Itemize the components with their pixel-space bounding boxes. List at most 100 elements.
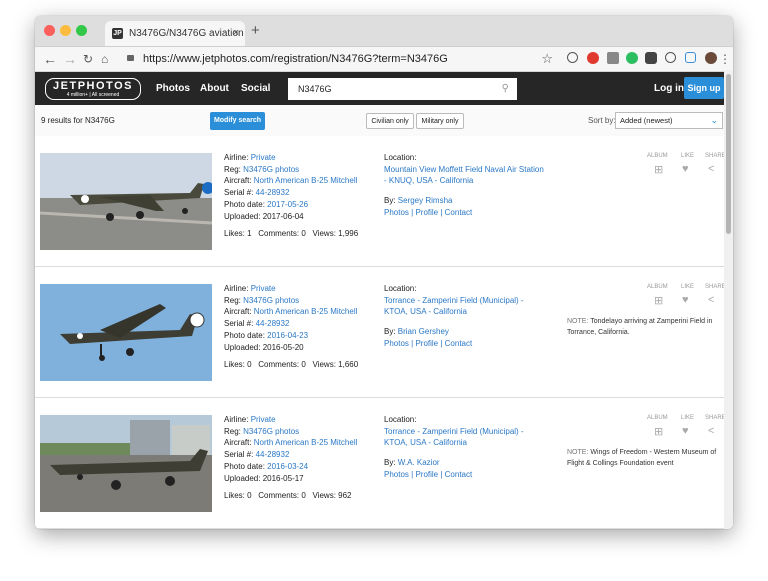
share-icon[interactable]: < (708, 425, 714, 437)
airline-label: Airline: (224, 284, 251, 293)
profile-avatar-icon[interactable] (705, 52, 717, 64)
share-icon[interactable]: < (708, 294, 714, 306)
aircraft-label: Aircraft: (224, 438, 254, 448)
history-extension-icon[interactable] (665, 52, 676, 63)
modify-search-button[interactable]: Modify search (210, 112, 265, 130)
photographer-photos-link[interactable]: Photos (384, 470, 409, 479)
browser-window: JP N3476G/N3476G aviation phot × + ← → ↻… (35, 16, 733, 529)
url-text: https://www.jetphotos.com/registration/N… (143, 53, 448, 65)
photo-date-link[interactable]: 2016-03-24 (267, 462, 308, 471)
scrollbar-thumb[interactable] (726, 74, 731, 234)
page-scrollbar[interactable] (724, 70, 733, 529)
civilian-only-button[interactable]: Civilian only (366, 113, 414, 129)
serial-link[interactable]: 44-28932 (256, 188, 290, 197)
note-text: Wings of Freedom - Western Museum of Fli… (567, 449, 717, 467)
bookmark-star-icon[interactable]: ☆ (541, 49, 553, 69)
sort-value: Added (newest) (620, 116, 673, 125)
minimize-window-button[interactable] (60, 25, 71, 36)
like-label: LIKE (681, 153, 695, 159)
menu-kebab-icon[interactable]: ⋮ (719, 49, 731, 69)
photographer-photos-link[interactable]: Photos (384, 339, 409, 348)
browser-tab[interactable]: JP N3476G/N3476G aviation phot × (105, 21, 245, 46)
location-link[interactable]: Torrance - Zamperini Field (Municipal) -… (384, 295, 544, 318)
photographer-link[interactable]: Sergey Rimsha (398, 196, 453, 205)
aircraft-photo[interactable] (40, 153, 212, 250)
views-count: Views: 1,660 (312, 360, 359, 369)
search-icon[interactable]: ⚲ (502, 78, 509, 100)
location-link[interactable]: Mountain View Moffett Field Naval Air St… (384, 164, 544, 187)
nav-about[interactable]: About (200, 72, 229, 105)
by-label: By: (384, 196, 398, 206)
add-to-album-icon[interactable]: ⊞ (654, 163, 663, 176)
login-link[interactable]: Log in (654, 72, 684, 105)
airline-link[interactable]: Private (251, 284, 276, 293)
photographer-photos-link[interactable]: Photos (384, 208, 409, 217)
nav-social[interactable]: Social (241, 72, 270, 105)
like-heart-icon[interactable]: ♥ (682, 163, 689, 175)
like-heart-icon[interactable]: ♥ (682, 294, 689, 306)
aircraft-link[interactable]: North American B-25 Mitchell (254, 176, 358, 185)
photographer-contact-link[interactable]: Contact (445, 208, 473, 217)
uploaded-value: 2016-05-20 (262, 342, 304, 352)
photographer-profile-link[interactable]: Profile (415, 339, 438, 348)
share-label: SHARE (705, 415, 726, 421)
camera-extension-icon[interactable] (607, 52, 619, 64)
share-icon[interactable]: < (708, 163, 714, 175)
photo-note: NOTE: Tondelayo arriving at Zamperini Fi… (567, 316, 727, 338)
signup-button[interactable]: Sign up (684, 77, 724, 99)
photographer-link[interactable]: W.A. Kazior (398, 458, 440, 467)
tab-title: N3476G/N3476G aviation phot (129, 28, 245, 39)
aircraft-link[interactable]: North American B-25 Mitchell (254, 438, 358, 447)
by-label: By: (384, 458, 398, 468)
airline-link[interactable]: Private (251, 415, 276, 424)
album-label: ALBUM (647, 415, 668, 421)
photographer-contact-link[interactable]: Contact (445, 339, 473, 348)
back-arrow-icon[interactable]: ← (43, 49, 57, 69)
lock-icon (127, 55, 134, 61)
tab-close-icon[interactable]: × (233, 21, 239, 46)
location-link[interactable]: Torrance - Zamperini Field (Municipal) -… (384, 426, 544, 449)
nav-photos[interactable]: Photos (156, 72, 190, 105)
add-to-album-icon[interactable]: ⊞ (654, 294, 663, 307)
military-only-button[interactable]: Military only (416, 113, 464, 129)
pocket-extension-icon[interactable] (645, 52, 657, 64)
add-to-album-icon[interactable]: ⊞ (654, 425, 663, 438)
reg-link[interactable]: N3476G photos (243, 165, 299, 174)
location-label: Location: (384, 415, 417, 424)
home-icon[interactable]: ⌂ (101, 49, 108, 69)
like-heart-icon[interactable]: ♥ (682, 425, 689, 437)
zoom-window-button[interactable] (76, 25, 87, 36)
photo-date-label: Photo date: (224, 330, 268, 340)
airline-link[interactable]: Private (251, 153, 276, 162)
evernote-extension-icon[interactable] (626, 52, 638, 64)
forward-arrow-icon[interactable]: → (63, 49, 77, 69)
reg-link[interactable]: N3476G photos (243, 296, 299, 305)
logo-title: JETPHOTOS (53, 80, 133, 92)
serial-label: Serial #: (224, 188, 256, 198)
search-input[interactable]: N3476G ⚲ (288, 78, 517, 100)
close-window-button[interactable] (44, 25, 55, 36)
reload-icon[interactable]: ↻ (83, 49, 93, 69)
aircraft-photo[interactable] (40, 415, 212, 512)
extension-icon[interactable] (685, 52, 696, 63)
uploaded-label: Uploaded: (224, 211, 263, 221)
info-extension-icon[interactable] (567, 52, 578, 63)
photographer-contact-link[interactable]: Contact (445, 470, 473, 479)
photographer-link[interactable]: Brian Gershey (398, 327, 449, 336)
sort-select[interactable]: Added (newest) ⌄ (615, 112, 723, 129)
photo-date-link[interactable]: 2017-05-26 (267, 200, 308, 209)
jetphotos-logo[interactable]: JETPHOTOS 4 million+ | All screened (45, 78, 141, 100)
aircraft-link[interactable]: North American B-25 Mitchell (254, 307, 358, 316)
photo-date-link[interactable]: 2016-04-23 (267, 331, 308, 340)
new-tab-button[interactable]: + (251, 21, 260, 41)
serial-link[interactable]: 44-28932 (256, 450, 290, 459)
aircraft-label: Aircraft: (224, 176, 254, 186)
adblock-extension-icon[interactable] (587, 52, 599, 64)
photographer-profile-link[interactable]: Profile (415, 470, 438, 479)
reg-link[interactable]: N3476G photos (243, 427, 299, 436)
aircraft-photo[interactable] (40, 284, 212, 381)
location-label: Location: (384, 284, 417, 293)
url-bar[interactable]: https://www.jetphotos.com/registration/N… (123, 49, 553, 69)
photographer-profile-link[interactable]: Profile (415, 208, 438, 217)
serial-link[interactable]: 44-28932 (256, 319, 290, 328)
